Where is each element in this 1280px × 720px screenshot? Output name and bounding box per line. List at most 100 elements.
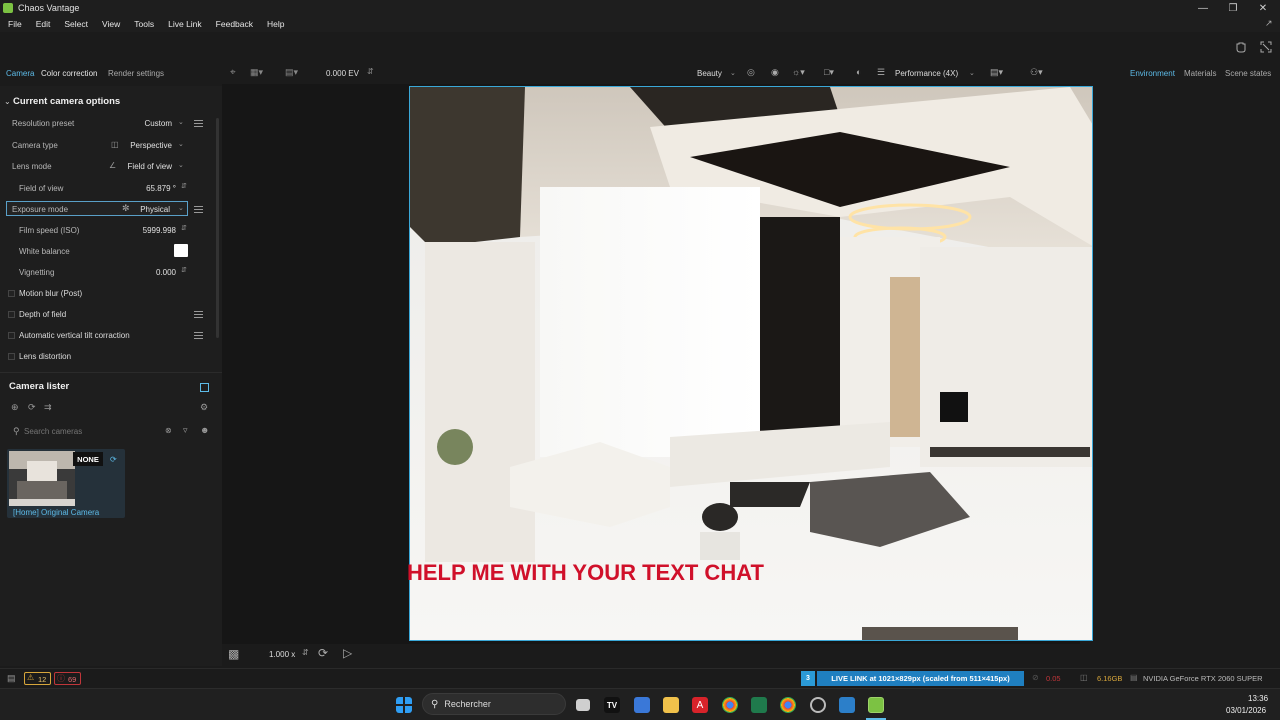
app-circle-icon[interactable] (810, 697, 826, 713)
render-mode-dropdown[interactable]: Beauty (697, 69, 722, 78)
vignetting-input[interactable]: 0.000 (130, 268, 176, 277)
depth-of-field-checkbox[interactable] (8, 311, 15, 318)
camera-settings-icon[interactable]: ⚙ (200, 402, 208, 413)
live-link-status[interactable]: 3 LIVE LINK at 1021×829px (scaled from 5… (801, 671, 1024, 686)
menu-feedback[interactable]: Feedback (216, 19, 253, 29)
viewport-toolbar: ⌖ ▦▾ ▤▾ 0.000 EV ⇵ Beauty ⌄ ◎ ◉ ☼▾ □▾ ◐ … (222, 62, 1080, 84)
chevron-down-icon: ⌄ (178, 141, 184, 148)
store-icon[interactable] (634, 697, 650, 713)
display-icon[interactable]: ▤▾ (990, 67, 1003, 78)
menu-live-link[interactable]: Live Link (168, 19, 202, 29)
crosshair-icon[interactable]: ⌖ (230, 67, 236, 78)
camera-type-dropdown[interactable]: Perspective (120, 141, 172, 150)
panel-toggle-icon[interactable] (200, 383, 209, 392)
render-view[interactable] (409, 86, 1093, 641)
acrobat-icon[interactable]: A (692, 697, 708, 713)
menu-tools[interactable]: Tools (134, 19, 154, 29)
exposure-mode-dropdown[interactable]: Physical (120, 205, 170, 214)
ruler-icon[interactable]: ▤▾ (285, 67, 298, 78)
lens-distortion-label: Lens distortion (19, 352, 72, 361)
motion-blur-checkbox[interactable] (8, 290, 15, 297)
loop-icon[interactable]: ⟳ (318, 646, 328, 660)
settings-sliders-icon[interactable] (194, 120, 203, 127)
panel-scrollbar[interactable] (216, 118, 219, 338)
import-camera-icon[interactable]: ⇉ (44, 402, 52, 413)
expand-icon[interactable] (1259, 40, 1273, 54)
exposure-value[interactable]: 0.000 EV (326, 69, 359, 78)
viewport-bottom-bar: ▩ 1.000 x ⇵ ⟳ ▷ (222, 644, 1080, 666)
menu-view[interactable]: View (102, 19, 120, 29)
file-explorer-icon[interactable] (663, 697, 679, 713)
user-icon[interactable]: ☻ (200, 425, 209, 435)
tab-color-correction[interactable]: Color correction (41, 69, 97, 78)
tab-materials[interactable]: Materials (1184, 69, 1216, 78)
log-icon[interactable]: ▤ (7, 673, 16, 684)
task-view-icon[interactable] (576, 699, 590, 711)
stop-icon[interactable]: ⊘ (1032, 673, 1039, 682)
spreadsheet-icon[interactable] (751, 697, 767, 713)
snap-icon[interactable]: ▦▾ (250, 67, 263, 78)
chrome-profile-icon[interactable] (780, 697, 796, 713)
live-link-text: LIVE LINK at 1021×829px (scaled from 511… (831, 674, 1010, 683)
contrast-icon[interactable]: ◐ (856, 67, 861, 77)
window-title: Chaos Vantage (18, 3, 80, 13)
vantage-taskbar-icon[interactable] (868, 697, 884, 713)
layers-icon[interactable]: ◎ (747, 67, 755, 78)
play-icon[interactable]: ▷ (343, 646, 352, 660)
lens-mode-dropdown[interactable]: Field of view (118, 162, 172, 171)
resolution-preset-dropdown[interactable]: Custom (120, 119, 172, 128)
menu-help[interactable]: Help (267, 19, 284, 29)
globe-icon[interactable]: ◉ (771, 67, 779, 78)
tab-scene-states[interactable]: Scene states (1225, 69, 1271, 78)
minimize-button[interactable]: — (1188, 0, 1218, 16)
sync-icon[interactable]: ⟳ (110, 455, 117, 464)
depth-of-field-label: Depth of field (19, 310, 67, 319)
quality-dropdown[interactable]: Performance (4X) (895, 69, 958, 78)
windows-start-icon[interactable] (396, 697, 412, 713)
clear-search-icon[interactable]: ⊗ (165, 426, 172, 435)
chevron-down-icon: ⌄ (178, 162, 184, 169)
collapse-chevron-icon[interactable]: ⌄ (4, 97, 11, 106)
tab-render-settings[interactable]: Render settings (108, 69, 164, 78)
errors-badge[interactable]: ⓘ 69 (54, 672, 81, 685)
settings-sliders-icon[interactable] (194, 332, 203, 339)
tab-camera[interactable]: Camera (6, 69, 34, 78)
settings-sliders-icon[interactable] (194, 311, 203, 318)
speed-input[interactable]: 1.000 x (269, 650, 295, 659)
menu-file[interactable]: File (8, 19, 22, 29)
filter-icon[interactable]: ▿ (183, 425, 188, 436)
restore-button[interactable]: ❐ (1218, 0, 1248, 16)
chevron-down-icon: ⌄ (969, 70, 975, 77)
close-button[interactable]: ✕ (1248, 0, 1278, 16)
timeline-icon[interactable]: ▩ (228, 647, 239, 661)
search-icon: ⚲ (431, 698, 439, 710)
hand-icon[interactable] (1234, 40, 1248, 54)
settings-sliders-icon[interactable] (194, 206, 203, 213)
exposure-stepper[interactable]: ⇵ (367, 67, 374, 76)
chrome-icon[interactable] (722, 697, 738, 713)
search-cameras-input[interactable] (24, 424, 162, 438)
stepper-icon[interactable]: ⇵ (302, 648, 309, 657)
menu-edit[interactable]: Edit (36, 19, 51, 29)
stepper-icon[interactable]: ⇵ (181, 182, 187, 190)
lens-distortion-checkbox[interactable] (8, 353, 15, 360)
field-of-view-input[interactable]: 65.879 ° (120, 184, 176, 193)
stepper-icon[interactable]: ⇵ (181, 224, 187, 232)
app-blue-icon[interactable] (839, 697, 855, 713)
add-camera-icon[interactable]: ⊕ (11, 402, 19, 413)
film-speed-input[interactable]: 5999.998 (120, 226, 176, 235)
stepper-icon[interactable]: ⇵ (181, 266, 187, 274)
tilt-correction-checkbox[interactable] (8, 332, 15, 339)
tradingview-icon[interactable]: TV (604, 697, 620, 713)
warnings-badge[interactable]: ⚠ 12 (24, 672, 51, 685)
light-icon[interactable]: ☼▾ (792, 67, 805, 78)
tab-environment[interactable]: Environment (1130, 69, 1175, 78)
white-balance-swatch[interactable] (174, 244, 188, 257)
menu-select[interactable]: Select (64, 19, 88, 29)
walk-icon[interactable]: ⚇▾ (1030, 67, 1043, 78)
vignetting-label: Vignetting (19, 268, 55, 277)
frame-icon[interactable]: □▾ (824, 67, 834, 78)
refresh-camera-icon[interactable]: ⟳ (28, 402, 36, 413)
taskbar-search[interactable]: ⚲ Rechercher (422, 693, 566, 715)
pin-icon[interactable]: ↗ (1265, 18, 1273, 29)
